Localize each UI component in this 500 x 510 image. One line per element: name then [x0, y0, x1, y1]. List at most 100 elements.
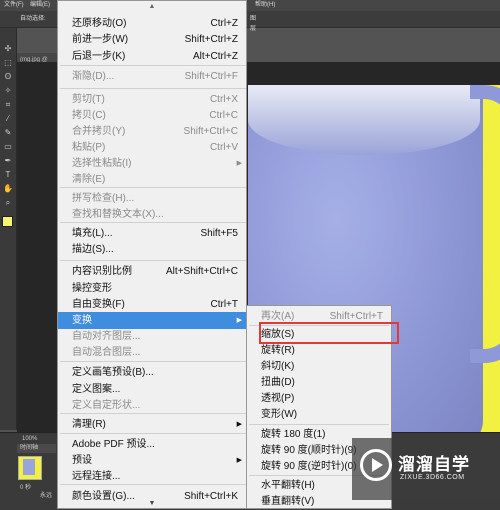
- menu-item-label: 预设: [72, 455, 92, 466]
- menu-item-label: 扭曲(D): [261, 377, 295, 388]
- auto-select-label[interactable]: 自动选择:: [20, 14, 46, 24]
- menu-item-label: 填充(L)...: [72, 228, 113, 239]
- edit-menu-item[interactable]: 描边(S)...: [58, 241, 246, 258]
- menu-item-label: Adobe PDF 预设...: [72, 439, 155, 450]
- menu-item-shortcut: Ctrl+X: [209, 94, 238, 105]
- edit-menu-item[interactable]: 清除(E): [58, 171, 246, 188]
- edit-menu-item[interactable]: 定义画笔预设(B)...: [58, 364, 246, 381]
- menu-item-label: 查找和替换文本(X)...: [72, 209, 164, 220]
- menu-item-label: 透视(P): [261, 393, 295, 404]
- menu-separator: [60, 361, 246, 362]
- transform-menu-item[interactable]: 变形(W): [247, 407, 391, 423]
- edit-menu-item[interactable]: 粘贴(P) Ctrl+V: [58, 139, 246, 156]
- loop-option[interactable]: 永远: [40, 490, 52, 499]
- menu-item-label: 远程连接...: [72, 471, 121, 482]
- frame-thumbnail[interactable]: [18, 456, 42, 480]
- edit-menu-item[interactable]: 自动混合图层...: [58, 344, 246, 361]
- menu-item-label: 旋转 90 度(顺时针)(9): [261, 445, 357, 456]
- menu-item-label: 旋转 180 度(1): [261, 429, 326, 440]
- eraser-tool-icon[interactable]: ▭: [3, 142, 13, 152]
- menu-item-label: 清理(R): [72, 419, 106, 430]
- edit-menu-item[interactable]: 操控变形: [58, 280, 246, 297]
- document-tab[interactable]: (mg.jpg @ 33.3%): [17, 53, 57, 75]
- timeline-tab[interactable]: 时间轴: [17, 444, 56, 453]
- frame-delay[interactable]: 0 秒: [20, 482, 31, 491]
- magic-wand-icon[interactable]: ✧: [3, 86, 13, 96]
- menu-item-label: 渐隐(D)...: [72, 71, 115, 82]
- menu-item-shortcut: Shift+Ctrl+F: [184, 71, 238, 82]
- transform-menu-item[interactable]: 斜切(K): [247, 359, 391, 375]
- edit-menu-item[interactable]: 选择性粘贴(I) ▶: [58, 155, 246, 172]
- edit-menu-item[interactable]: 查找和替换文本(X)...: [58, 206, 246, 223]
- edit-menu-item[interactable]: 前进一步(W) Shift+Ctrl+Z: [58, 31, 246, 48]
- marquee-tool-icon[interactable]: ⬚: [3, 58, 13, 68]
- edit-menu-item[interactable]: 自动对齐图层...: [58, 328, 246, 345]
- annotation-highlight-box: [259, 322, 399, 344]
- tools-panel: ✣ ⬚ ʘ ✧ ⌗ ⁄ ✎ ▭ ✒ T ✋ ⌕: [0, 28, 17, 430]
- zoom-tool-icon[interactable]: ⌕: [3, 198, 13, 208]
- lasso-tool-icon[interactable]: ʘ: [3, 72, 13, 82]
- edit-menu-item[interactable]: 远程连接...: [58, 468, 246, 485]
- menu-item-label: 自由变换(F): [72, 299, 125, 310]
- edit-menu-item[interactable]: 变换 ▶: [58, 312, 246, 329]
- play-logo-icon: [360, 449, 392, 481]
- submenu-arrow-icon: ▶: [236, 317, 242, 324]
- edit-menu-item[interactable]: Adobe PDF 预设...: [58, 436, 246, 453]
- edit-menu-item[interactable]: 拼写检查(H)...: [58, 190, 246, 207]
- menu-item-shortcut: Alt+Ctrl+Z: [192, 51, 238, 62]
- zoom-level: 100%: [22, 436, 38, 442]
- menu-help[interactable]: 帮助(H): [255, 0, 275, 11]
- menu-item-shortcut: Shift+Ctrl+Z: [184, 34, 238, 45]
- menu-item-label: 斜切(K): [261, 361, 295, 372]
- watermark-name: 溜溜自学: [398, 455, 470, 474]
- menu-item-label: 旋转 90 度(逆时针)(0): [261, 461, 357, 472]
- menu-item-label: 清除(E): [72, 174, 106, 185]
- edit-menu-item[interactable]: 清理(R) ▶: [58, 416, 246, 433]
- menu-item-shortcut: Ctrl+V: [209, 142, 238, 153]
- transform-menu-item[interactable]: 扭曲(D): [247, 375, 391, 391]
- frame-thumbnail-mug: [23, 459, 35, 475]
- transform-menu-item[interactable]: 旋转(R): [247, 343, 391, 359]
- foreground-color-swatch[interactable]: [2, 216, 13, 227]
- menu-edit[interactable]: 编辑(E): [30, 0, 50, 11]
- brush-tool-icon[interactable]: ✎: [3, 128, 13, 138]
- scroll-down-arrow-icon[interactable]: ▼: [58, 499, 246, 509]
- edit-menu-item[interactable]: 定义自定形状...: [58, 397, 246, 414]
- menu-item-label: 变形(W): [261, 409, 298, 420]
- transform-menu-item[interactable]: 透视(P): [247, 391, 391, 407]
- edit-menu-item[interactable]: 后退一步(K) Alt+Ctrl+Z: [58, 48, 246, 65]
- edit-menu-item[interactable]: 内容识别比例 Alt+Shift+Ctrl+C: [58, 263, 246, 280]
- menu-separator: [60, 260, 246, 261]
- menu-item-shortcut: Ctrl+T: [210, 299, 239, 310]
- edit-menu-item[interactable]: 渐隐(D)... Shift+Ctrl+F: [58, 68, 246, 85]
- menu-separator: [60, 65, 246, 66]
- menu-item-label: 粘贴(P): [72, 142, 106, 153]
- edit-menu-item[interactable]: 剪切(T) Ctrl+X: [58, 91, 246, 108]
- edit-menu-item[interactable]: 填充(L)... Shift+F5: [58, 225, 246, 242]
- menu-file[interactable]: 文件(F): [4, 0, 24, 11]
- menu-item-label: 定义画笔预设(B)...: [72, 367, 154, 378]
- text-tool-icon[interactable]: T: [3, 170, 13, 180]
- crop-tool-icon[interactable]: ⌗: [3, 100, 13, 110]
- edit-menu-item[interactable]: 还原移动(O) Ctrl+Z: [58, 15, 246, 32]
- menu-separator: [249, 424, 389, 425]
- edit-menu-item[interactable]: 定义图案...: [58, 381, 246, 398]
- edit-menu-item[interactable]: 自由变换(F) Ctrl+T: [58, 296, 246, 313]
- eyedropper-icon[interactable]: ⁄: [3, 114, 13, 124]
- menu-separator: [60, 433, 246, 434]
- move-tool-icon[interactable]: ✣: [3, 44, 13, 54]
- edit-menu-item[interactable]: 拷贝(C) Ctrl+C: [58, 107, 246, 124]
- menu-item-label: 拷贝(C): [72, 110, 106, 121]
- menu-item-label: 水平翻转(H): [261, 480, 315, 491]
- submenu-arrow-icon: ▶: [236, 160, 242, 167]
- menu-item-label: 垂直翻转(V): [261, 496, 315, 507]
- menu-item-shortcut: Ctrl+C: [209, 110, 238, 121]
- menu-item-label: 定义图案...: [72, 384, 121, 395]
- edit-menu: ▲ 还原移动(O) Ctrl+Z 前进一步(W) Shift+Ctrl+Z 后退一步(K…: [57, 0, 247, 509]
- scroll-up-arrow-icon[interactable]: ▲: [58, 1, 246, 13]
- submenu-arrow-icon: ▶: [236, 457, 242, 464]
- pen-tool-icon[interactable]: ✒: [3, 156, 13, 166]
- edit-menu-item[interactable]: 合并拷贝(Y) Shift+Ctrl+C: [58, 123, 246, 140]
- hand-tool-icon[interactable]: ✋: [3, 184, 13, 194]
- edit-menu-item[interactable]: 预设 ▶: [58, 452, 246, 469]
